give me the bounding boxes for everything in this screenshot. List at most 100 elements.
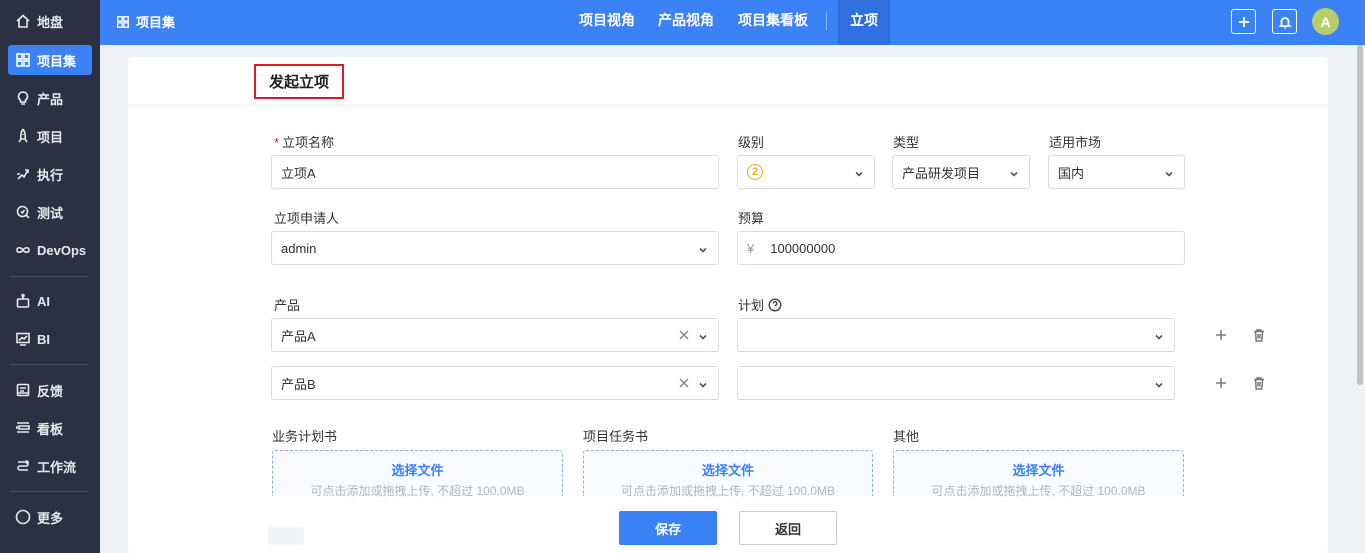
sidebar-item-dashboard[interactable]: 地盘	[8, 6, 92, 36]
rocket-icon	[14, 127, 32, 145]
applicant-value: admin	[281, 240, 317, 256]
notification-button[interactable]	[1272, 9, 1297, 34]
product-value: 产品A	[281, 328, 316, 344]
scrollbar-thumb[interactable]	[1357, 45, 1363, 385]
sidebar-item-ai[interactable]: AI	[8, 286, 92, 316]
tab-product-view[interactable]: 产品视角	[658, 0, 714, 45]
market-value: 国内	[1058, 165, 1085, 181]
sidebar-item-label: 项目	[37, 129, 64, 145]
sidebar-item-label: 更多	[37, 510, 64, 526]
create-button[interactable]	[1231, 9, 1256, 34]
chevron-down-icon	[1154, 378, 1164, 388]
sidebar-item-project[interactable]: 项目	[8, 121, 92, 151]
sidebar-item-execution[interactable]: 执行	[8, 159, 92, 189]
chevron-down-icon	[698, 330, 708, 340]
grid-icon	[14, 51, 32, 69]
type-value: 产品研发项目	[902, 165, 981, 181]
clear-icon[interactable]	[678, 377, 690, 389]
budget-label: 预算	[738, 211, 765, 226]
chevron-down-icon	[698, 378, 708, 388]
sidebar-item-test[interactable]: 测试	[8, 197, 92, 227]
sidebar-item-kanban[interactable]: 看板	[8, 413, 92, 443]
type-select[interactable]: 产品研发项目	[892, 155, 1030, 189]
product-label: 产品	[274, 298, 301, 313]
sidebar-item-label: DevOps	[37, 242, 87, 258]
bell-icon	[1277, 16, 1292, 28]
back-button[interactable]: 返回	[739, 511, 837, 545]
budget-value: 100000000	[770, 240, 836, 256]
more-icon	[14, 508, 32, 526]
page-title: 发起立项	[254, 64, 344, 99]
sidebar-item-more[interactable]: 更多	[8, 502, 92, 532]
top-bar: 项目集 项目视角 产品视角 项目集看板 立项 A	[100, 0, 1365, 45]
sidebar-item-label: 反馈	[37, 383, 64, 399]
sidebar-item-bi[interactable]: BI	[8, 324, 92, 354]
save-button[interactable]: 保存	[619, 511, 717, 545]
sidebar-item-label: AI	[37, 293, 50, 309]
type-label: 类型	[893, 135, 920, 150]
market-select[interactable]: 国内	[1048, 155, 1185, 189]
sidebar-item-label: BI	[37, 331, 50, 347]
select-file-button[interactable]: 选择文件	[584, 460, 872, 479]
product-value: 产品B	[281, 376, 316, 392]
add-row-icon[interactable]	[1213, 327, 1229, 343]
sidebar-item-workflow[interactable]: 工作流	[8, 451, 92, 481]
sidebar-item-label: 地盘	[37, 14, 64, 30]
chevron-down-icon	[1164, 167, 1174, 177]
sidebar-item-label: 测试	[37, 205, 64, 221]
plan-select[interactable]	[737, 366, 1175, 400]
sidebar-item-feedback[interactable]: 反馈	[8, 375, 92, 405]
sidebar: 地盘 项目集 产品 项目 执行 测试 DevOps AI BI 反馈 看板 工作…	[0, 0, 100, 553]
card-header: 发起立项	[128, 57, 1328, 106]
level-label: 级别	[738, 135, 765, 150]
business-plan-upload[interactable]: 选择文件 可点击添加或拖拽上传, 不超过 100.0MB	[272, 450, 563, 498]
upload-hint: 可点击添加或拖拽上传, 不超过 100.0MB	[931, 484, 1146, 498]
clear-icon[interactable]	[678, 329, 690, 341]
applicant-select[interactable]: admin	[271, 231, 719, 265]
name-value: 立项A	[281, 165, 316, 181]
task-book-upload[interactable]: 选择文件 可点击添加或拖拽上传, 不超过 100.0MB	[583, 450, 873, 498]
tab-program-kanban[interactable]: 项目集看板	[738, 0, 808, 45]
level-select[interactable]: 2	[737, 155, 875, 189]
chevron-down-icon	[698, 243, 708, 253]
sidebar-divider	[10, 276, 88, 277]
tab-initiation[interactable]: 立项	[838, 0, 890, 45]
obscured-label	[268, 527, 304, 545]
grid-icon	[117, 15, 129, 28]
sidebar-item-product[interactable]: 产品	[8, 83, 92, 113]
plan-label: 计划	[738, 295, 782, 314]
avatar[interactable]: A	[1312, 8, 1339, 35]
test-icon	[14, 203, 32, 221]
market-label: 适用市场	[1049, 135, 1102, 150]
tab-project-view[interactable]: 项目视角	[579, 0, 635, 45]
feedback-icon	[14, 381, 32, 399]
kanban-icon	[14, 419, 32, 437]
budget-input[interactable]: ¥ 100000000	[737, 231, 1185, 265]
required-mark: *	[274, 135, 280, 150]
product-select[interactable]: 产品B	[271, 366, 719, 400]
bulb-icon	[14, 89, 32, 107]
select-file-button[interactable]: 选择文件	[894, 460, 1183, 479]
sidebar-item-label: 产品	[37, 91, 64, 107]
help-icon[interactable]	[764, 298, 782, 313]
sidebar-item-devops[interactable]: DevOps	[8, 235, 92, 265]
breadcrumb-label: 项目集	[136, 15, 176, 30]
trash-icon[interactable]	[1251, 327, 1267, 343]
workflow-icon	[14, 457, 32, 475]
sidebar-item-label: 看板	[37, 421, 64, 437]
add-row-icon[interactable]	[1213, 375, 1229, 391]
trash-icon[interactable]	[1251, 375, 1267, 391]
other-upload[interactable]: 选择文件 可点击添加或拖拽上传, 不超过 100.0MB	[893, 450, 1184, 498]
breadcrumb[interactable]: 项目集	[116, 12, 175, 31]
sidebar-item-program[interactable]: 项目集	[8, 45, 92, 75]
run-icon	[14, 165, 32, 183]
sidebar-item-label: 执行	[37, 167, 64, 183]
chevron-down-icon	[1154, 330, 1164, 340]
product-select[interactable]: 产品A	[271, 318, 719, 352]
applicant-label: 立项申请人	[274, 211, 340, 226]
plan-select[interactable]	[737, 318, 1175, 352]
name-input[interactable]: 立项A	[271, 155, 719, 189]
page-scrollbar[interactable]	[1355, 45, 1365, 553]
select-file-button[interactable]: 选择文件	[273, 460, 562, 479]
chart-icon	[14, 330, 32, 348]
